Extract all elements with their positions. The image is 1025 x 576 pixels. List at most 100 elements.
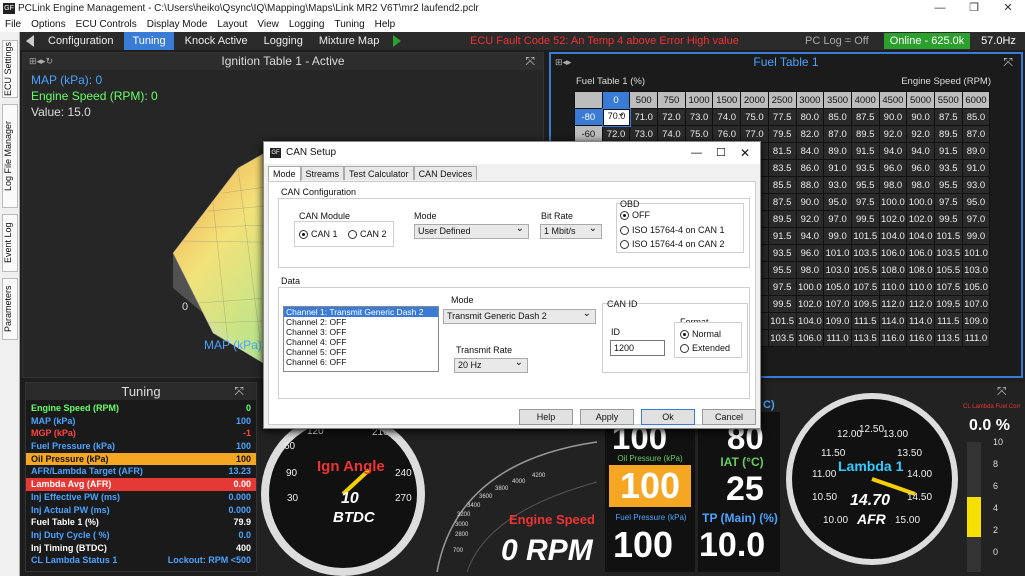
tuning-row[interactable]: Oil Pressure (kPa) 100 xyxy=(26,452,256,466)
channel-list-item[interactable]: Channel 1: Transmit Generic Dash 2 xyxy=(284,307,438,317)
fuel-cell[interactable]: 93.5 xyxy=(933,159,963,177)
mode-select[interactable]: User Defined xyxy=(414,222,529,239)
fuel-cell[interactable]: 112.0 xyxy=(906,295,935,313)
close-icon[interactable]: ✕ xyxy=(991,0,1025,17)
tuning-row[interactable]: Fuel Table 1 (%) 79.9 xyxy=(26,516,256,529)
fuel-cell[interactable]: 104.0 xyxy=(906,227,935,245)
maximize-icon[interactable]: ❐ xyxy=(957,0,991,17)
fuel-cell[interactable]: 108.0 xyxy=(906,261,935,279)
fuel-cell[interactable]: 71.0 xyxy=(629,108,659,126)
menu-tuning[interactable]: Tuning xyxy=(334,17,364,32)
fuel-cell[interactable]: 99.5 xyxy=(767,295,797,313)
help-button[interactable]: Help xyxy=(519,409,573,425)
fuel-cell[interactable]: 89.0 xyxy=(961,142,991,160)
side-tab-parameters[interactable]: Parameters xyxy=(2,278,18,340)
nav-back-icon[interactable] xyxy=(26,35,34,47)
fuel-cell[interactable]: 85.0 xyxy=(823,108,852,126)
fuel-cell[interactable]: 91.5 xyxy=(767,227,797,245)
can2-radio[interactable]: CAN 2 xyxy=(348,229,387,239)
fuel-cell[interactable]: 74.0 xyxy=(657,125,686,143)
fuel-cell[interactable]: 95.5 xyxy=(767,261,797,279)
fuel-cell[interactable]: 80.0 xyxy=(795,108,825,126)
fuel-cell[interactable]: 73.0 xyxy=(684,108,714,126)
fuel-cell[interactable]: 112.0 xyxy=(878,295,908,313)
tuning-row[interactable]: Inj Effective PW (ms) 0.000 xyxy=(26,491,256,504)
tuning-row[interactable]: MGP (kPa) -1 xyxy=(26,427,256,440)
tuning-row[interactable]: MAP (kPa) 100 xyxy=(26,415,256,428)
fuel-cell[interactable]: 87.0 xyxy=(823,125,852,143)
fuel-cell[interactable]: 97.5 xyxy=(933,193,963,211)
fuel-cell[interactable]: 94.0 xyxy=(906,142,935,160)
fuel-cell[interactable]: 93.0 xyxy=(823,176,852,194)
tuning-row[interactable]: Inj Duty Cycle ( %) 0.0 xyxy=(26,529,256,542)
fuel-cell[interactable]: 105.5 xyxy=(850,261,880,279)
fuel-cell[interactable]: 98.0 xyxy=(906,176,935,194)
side-tab-ecu-settings[interactable]: ECU Settings xyxy=(2,40,18,98)
fuel-col-header[interactable]: 4500 xyxy=(878,91,908,109)
tuning-row[interactable]: CL Lambda Status 1 Lockout: RPM <500 xyxy=(26,554,256,567)
fuel-cell[interactable]: 92.0 xyxy=(906,125,935,143)
tuning-row[interactable]: Lambda Avg (AFR) 0.00 xyxy=(26,478,256,491)
fuel-cell[interactable]: 82.0 xyxy=(795,125,825,143)
fuel-cell[interactable]: 109.0 xyxy=(823,312,852,330)
expand-icon[interactable]: ⤧ xyxy=(525,54,535,69)
fuel-cell[interactable]: 83.5 xyxy=(767,159,797,177)
fuel-cell[interactable]: 103.5 xyxy=(850,244,880,262)
fuel-cell[interactable]: 86.0 xyxy=(795,159,825,177)
fuel-cell[interactable]: 101.5 xyxy=(850,227,880,245)
fuel-cell[interactable]: 104.0 xyxy=(878,227,908,245)
fuel-cell[interactable]: 93.5 xyxy=(767,244,797,262)
fuel-cell[interactable]: 99.5 xyxy=(933,210,963,228)
tab-tuning[interactable]: Tuning xyxy=(124,32,174,50)
channel-list-item[interactable]: Channel 3: OFF xyxy=(284,327,438,337)
fuel-cell[interactable]: 91.0 xyxy=(961,159,991,177)
menu-ecu-controls[interactable]: ECU Controls xyxy=(76,17,137,32)
dialog-close-icon[interactable]: ✕ xyxy=(740,142,750,164)
fuel-cell[interactable]: 111.0 xyxy=(961,329,991,347)
fuel-cell[interactable]: 110.0 xyxy=(878,278,908,296)
fuel-cell[interactable]: 89.5 xyxy=(767,210,797,228)
tab-logging[interactable]: Logging xyxy=(256,32,311,50)
channel-mode-select[interactable]: Transmit Generic Dash 2 xyxy=(443,307,596,324)
fuel-cell[interactable]: 107.0 xyxy=(961,295,991,313)
fuel-cell[interactable]: 101.0 xyxy=(961,244,991,262)
apply-button[interactable]: Apply xyxy=(580,409,634,425)
menu-options[interactable]: Options xyxy=(31,17,65,32)
fuel-cell[interactable]: 109.5 xyxy=(933,295,963,313)
panel-tools-icon[interactable]: ⊞◂▸ xyxy=(555,57,572,68)
fuel-col-header[interactable]: 2500 xyxy=(767,91,797,109)
fuel-cell[interactable]: 111.5 xyxy=(933,312,963,330)
fuel-col-header[interactable]: 5000 xyxy=(906,91,935,109)
menu-file[interactable]: File xyxy=(5,17,21,32)
fuel-cell[interactable]: 91.5 xyxy=(933,142,963,160)
fuel-col-header[interactable]: 3500 xyxy=(823,91,852,109)
fuel-cell[interactable]: 97.0 xyxy=(823,210,852,228)
menu-logging[interactable]: Logging xyxy=(289,17,325,32)
tab-knock-active[interactable]: Knock Active xyxy=(177,32,256,50)
obd-can1-radio[interactable]: ISO 15764-4 on CAN 1 xyxy=(620,225,725,235)
fuel-cell[interactable]: 73.0 xyxy=(629,125,659,143)
fuel-cell[interactable]: 109.5 xyxy=(850,295,880,313)
fuel-cell[interactable]: 87.5 xyxy=(850,108,880,126)
fuel-cell[interactable]: 100.0 xyxy=(795,278,825,296)
fuel-cell[interactable]: 87.0 xyxy=(961,125,991,143)
menu-help[interactable]: Help xyxy=(375,17,396,32)
fuel-cell[interactable]: 87.5 xyxy=(767,193,797,211)
fuel-col-header[interactable]: 750 xyxy=(657,91,686,109)
obd-off-radio[interactable]: OFF xyxy=(620,210,650,220)
menu-layout[interactable]: Layout xyxy=(217,17,247,32)
fuel-cell[interactable]: 77.0 xyxy=(740,125,769,143)
fuel-cell[interactable]: 76.0 xyxy=(712,125,742,143)
fuel-cell[interactable]: 96.0 xyxy=(906,159,935,177)
fuel-cell[interactable]: 105.0 xyxy=(961,278,991,296)
tab-can-devices[interactable]: CAN Devices xyxy=(413,166,478,180)
fuel-cell[interactable]: 101.5 xyxy=(933,227,963,245)
fuel-cell[interactable]: 106.0 xyxy=(795,329,825,347)
tuning-row[interactable]: Inj Actual PW (ms) 0.000 xyxy=(26,504,256,517)
tab-mixture-map[interactable]: Mixture Map xyxy=(311,32,388,50)
fuel-cell[interactable]: 116.0 xyxy=(906,329,935,347)
dialog-minimize-icon[interactable]: — xyxy=(691,142,702,164)
fuel-row-header[interactable]: -80 xyxy=(574,108,603,126)
fuel-cell[interactable]: 111.0 xyxy=(823,329,852,347)
fuel-cell[interactable]: 81.5 xyxy=(767,142,797,160)
